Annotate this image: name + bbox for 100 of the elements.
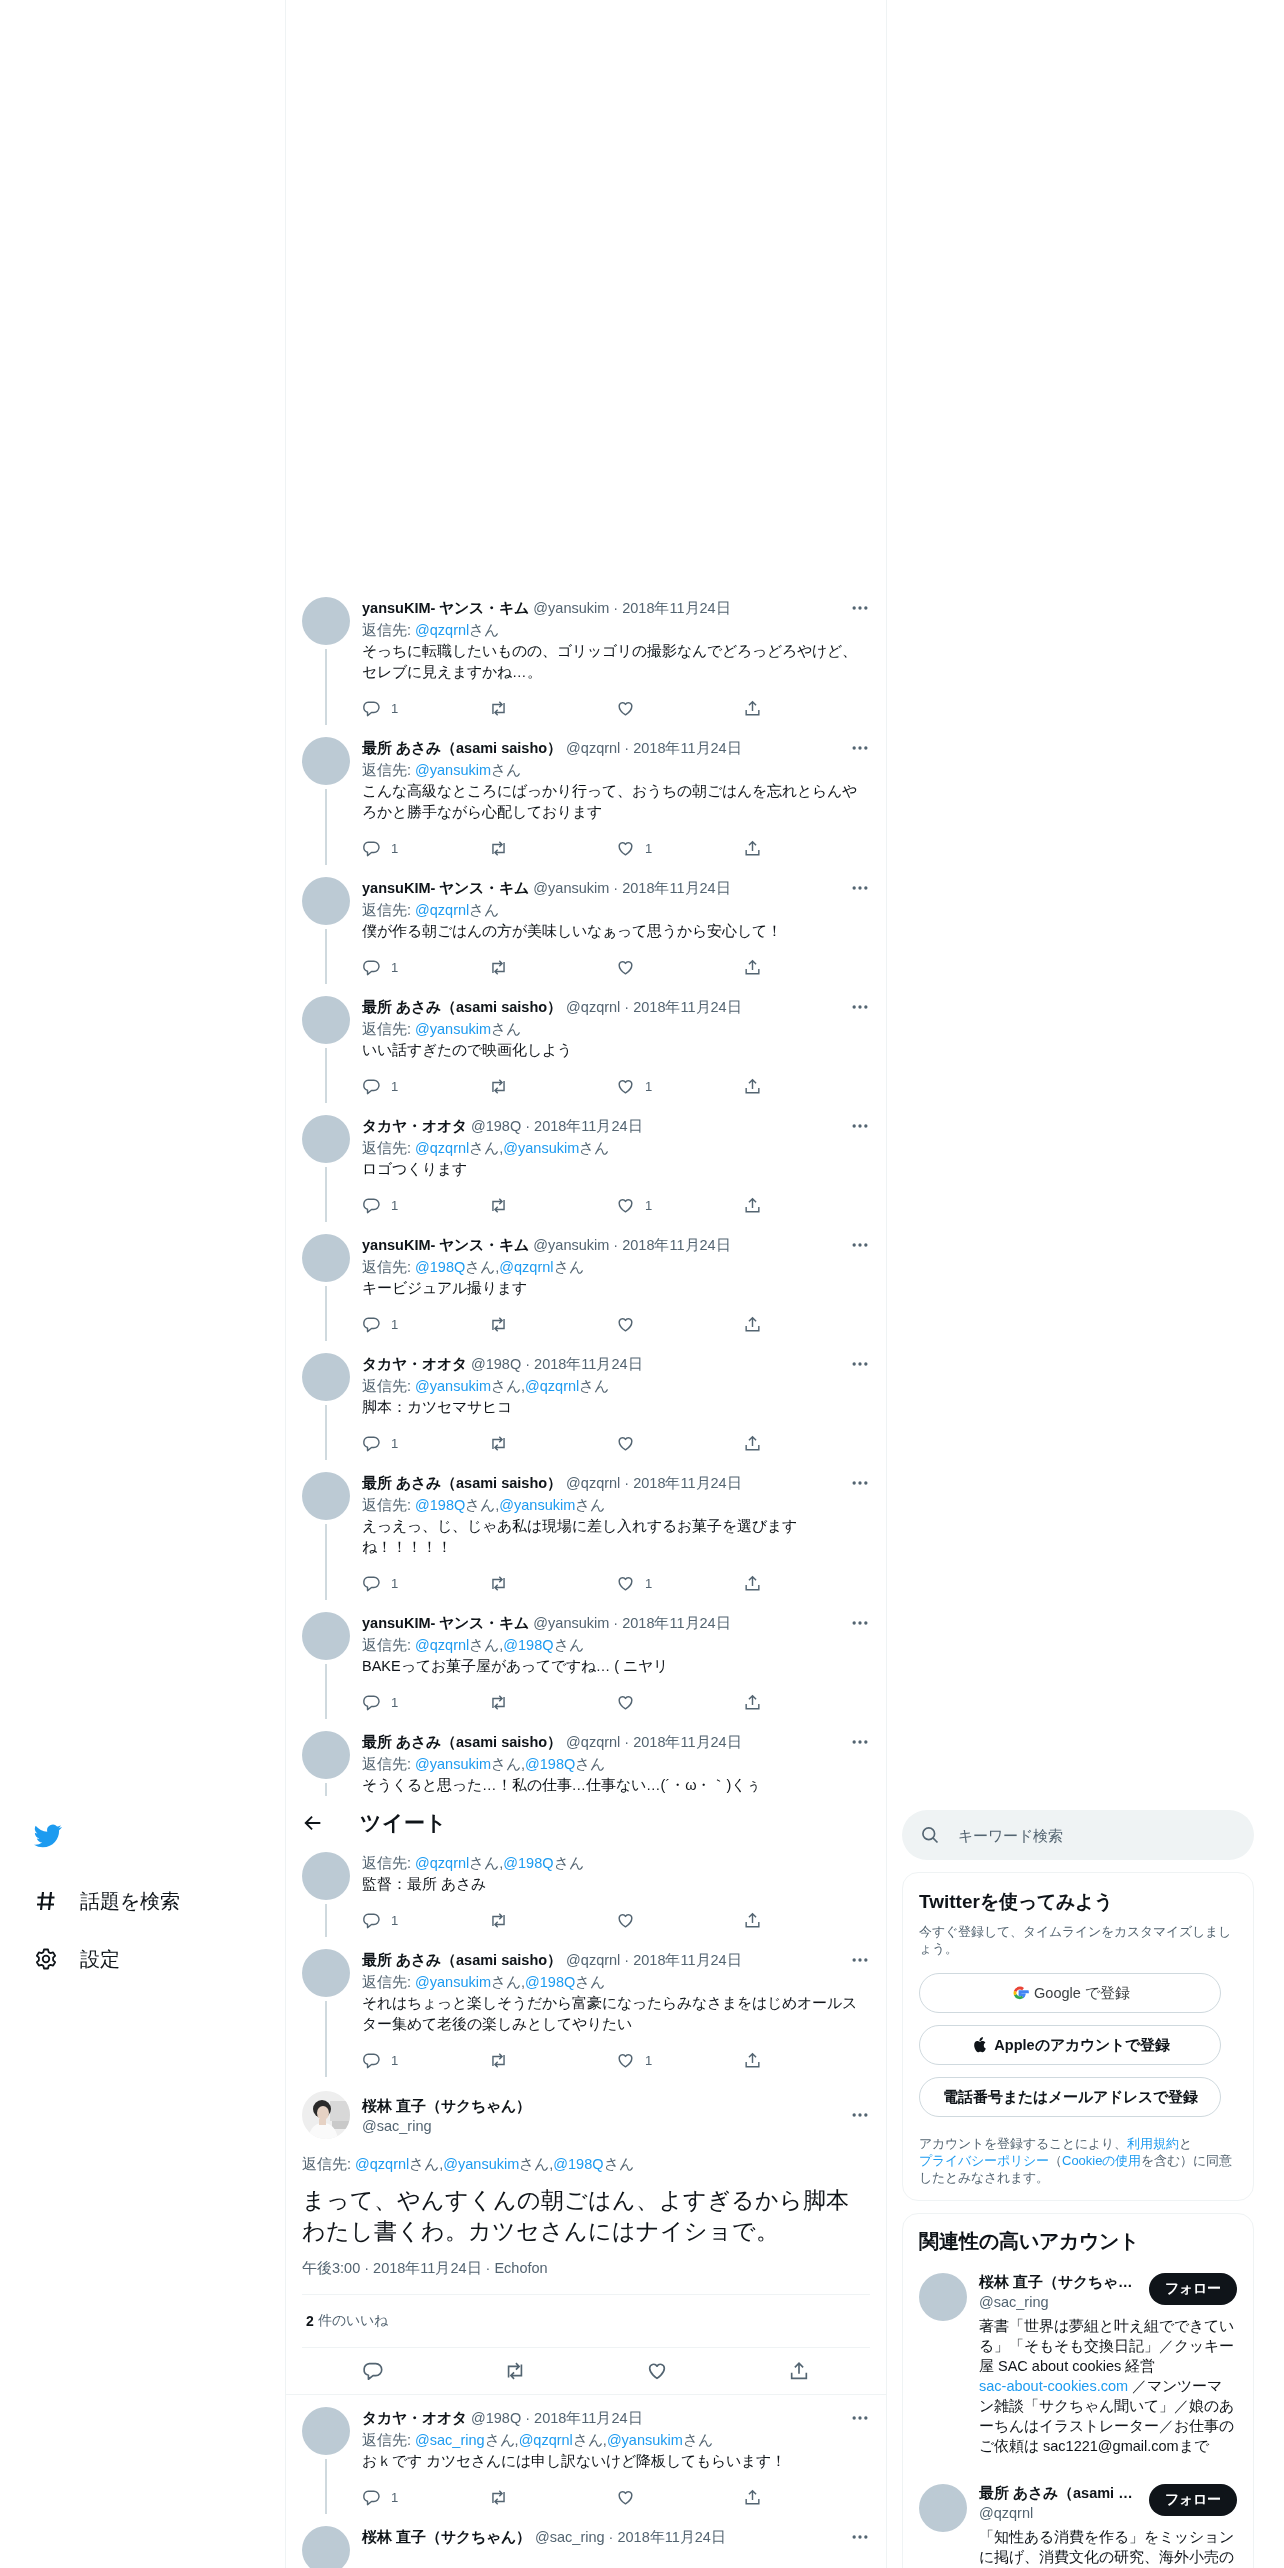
like-label[interactable]: 件のいいね	[317, 2312, 388, 2330]
mention-link[interactable]: @yansukim	[415, 1378, 492, 1394]
reply-to-line: 返信先: @qzqrnlさん	[362, 901, 501, 920]
mention-link[interactable]: @yansukim	[499, 1497, 576, 1513]
reply-to-line: 返信先: @sac_ring さん,@qzqrnl さん,@yansukim さん	[362, 2431, 714, 2450]
tweet-meta: @qzqrnl · 2018年11月24日	[566, 1732, 742, 1752]
share-icon[interactable]	[743, 1195, 762, 1215]
mention-link[interactable]: @qzqrnl	[525, 1378, 580, 1394]
share-icon[interactable]	[743, 1433, 762, 1453]
legal-link[interactable]: プライバシーポリシー	[919, 2153, 1049, 2168]
reply-icon[interactable]	[362, 2487, 381, 2507]
follow-button[interactable]: フォロー	[1149, 2484, 1237, 2516]
tweet-text: キービジュアル撮ります	[362, 1279, 528, 1298]
share-icon[interactable]	[743, 1692, 762, 1712]
hashtag-icon	[34, 1889, 58, 1913]
user-name[interactable]: yansuKIM- ヤンス・キム	[362, 1235, 530, 1255]
reply-count: 1	[391, 1316, 399, 1332]
nav-item[interactable]: 設定	[34, 1930, 120, 1988]
mention-link[interactable]: @yansukim	[415, 1021, 492, 1037]
mention-link[interactable]: @yansukim	[443, 2156, 520, 2172]
reply-icon[interactable]	[362, 1076, 381, 1096]
mention-link[interactable]: @sac_ring	[415, 2432, 485, 2448]
reply-icon[interactable]	[362, 838, 381, 858]
user-name[interactable]: yansuKIM- ヤンス・キム	[362, 878, 530, 898]
reply-icon[interactable]	[362, 2050, 381, 2070]
reply-icon[interactable]	[362, 957, 381, 977]
reply-icon[interactable]	[362, 1910, 381, 1930]
legal-text: アカウントを登録することにより、利用規約 と プライバシーポリシー（Cookieの使用を含む）に同意したとみなされます。	[919, 2135, 1234, 2186]
reply-count: 1	[391, 1435, 399, 1451]
mention-link[interactable]: @qzqrnl	[415, 902, 470, 918]
search-icon	[920, 1825, 940, 1845]
legal-link[interactable]: Cookieの使用	[1062, 2153, 1142, 2168]
user-name[interactable]: 桜林 直子（サクちゃん）	[362, 2096, 532, 2116]
mention-link[interactable]: @qzqrnl	[355, 2156, 410, 2172]
like-count[interactable]: 2	[306, 2313, 314, 2329]
share-icon[interactable]	[743, 1076, 762, 1096]
user-name[interactable]: タカヤ・オオタ	[362, 1116, 467, 1136]
signup-button[interactable]: Google で登録	[919, 1973, 1221, 2013]
share-icon[interactable]	[743, 1314, 762, 1334]
account-name[interactable]: 最所 あさみ（asami …	[979, 2484, 1133, 2503]
share-icon[interactable]	[743, 698, 762, 718]
reply-to-line: 返信先: @yansukim さん	[362, 1020, 523, 1039]
user-name[interactable]: 最所 あさみ（asami saisho）	[362, 1473, 563, 1493]
heart-icon[interactable]	[646, 2360, 668, 2382]
user-name[interactable]: yansuKIM- ヤンス・キム	[362, 598, 530, 618]
share-icon[interactable]	[743, 2487, 762, 2507]
user-name[interactable]: タカヤ・オオタ	[362, 1354, 467, 1374]
mention-link[interactable]: @qzqrnl	[415, 1140, 470, 1156]
share-icon[interactable]	[743, 2050, 762, 2070]
bio-link[interactable]: sac-about-cookies.com	[979, 2378, 1129, 2394]
reply-icon[interactable]	[362, 1433, 381, 1453]
like-count: 1	[645, 1575, 653, 1591]
mention-link[interactable]: @qzqrnl	[518, 2432, 573, 2448]
mention-link[interactable]: @yansukim	[503, 1140, 580, 1156]
mention-link[interactable]: @198Q	[415, 1259, 466, 1275]
reply-icon[interactable]	[362, 698, 381, 718]
mention-link[interactable]: @198Q	[525, 1756, 576, 1772]
signup-button[interactable]: 電話番号またはメールアドレスで登録	[919, 2077, 1221, 2117]
account-bio: 著書「世界は夢組と叶え組でできている」「そもそも交換日記」／クッキー屋 SAC about cookies 経営 sac-about-cookies.com ／マンツーマン雑談「サクちゃん聞いて」／娘のあーちんはイラストレーター／お仕事のご依頼は sac1221@gmail.comまで	[979, 2317, 1235, 2456]
mention-link[interactable]: @198Q	[525, 1974, 576, 1990]
bird-icon[interactable]	[34, 1822, 62, 1850]
reply-icon[interactable]	[362, 1195, 381, 1215]
mention-link[interactable]: @yansukim	[606, 2432, 683, 2448]
nav-item[interactable]: 話題を検索	[34, 1872, 180, 1930]
share-icon[interactable]	[743, 1910, 762, 1930]
reply-icon[interactable]	[362, 1692, 381, 1712]
user-name[interactable]: 最所 あさみ（asami saisho）	[362, 997, 563, 1017]
mention-link[interactable]: @198Q	[415, 1497, 466, 1513]
user-name[interactable]: 最所 あさみ（asami saisho）	[362, 1950, 563, 1970]
legal-link[interactable]: 利用規約	[1127, 2136, 1179, 2151]
share-icon[interactable]	[743, 838, 762, 858]
user-name[interactable]: 桜林 直子（サクちゃん）	[362, 2527, 532, 2547]
follow-button[interactable]: フォロー	[1149, 2273, 1237, 2305]
mention-link[interactable]: @yansukim	[415, 762, 492, 778]
mention-link[interactable]: @qzqrnl	[415, 622, 470, 638]
reply-icon[interactable]	[362, 1573, 381, 1593]
mention-link[interactable]: @198Q	[503, 1637, 554, 1653]
share-icon[interactable]	[788, 2360, 810, 2382]
mention-link[interactable]: @qzqrnl	[499, 1259, 554, 1275]
search-field[interactable]: キーワード検索	[902, 1810, 1254, 1860]
share-icon[interactable]	[743, 1573, 762, 1593]
reply-icon[interactable]	[362, 2360, 384, 2382]
reply-icon[interactable]	[362, 1314, 381, 1334]
share-icon[interactable]	[743, 957, 762, 977]
reply-count: 1	[391, 1575, 399, 1591]
user-name[interactable]: yansuKIM- ヤンス・キム	[362, 1613, 530, 1633]
mention-link[interactable]: @qzqrnl	[415, 1855, 470, 1871]
user-name[interactable]: 最所 あさみ（asami saisho）	[362, 1732, 563, 1752]
mention-link[interactable]: @yansukim	[415, 1756, 492, 1772]
mention-link[interactable]: @198Q	[503, 1855, 554, 1871]
tweet-text: えっえっ、じ、じゃあ私は現場に差し入れするお菓子を選びますね！！！！！	[362, 1517, 798, 1557]
card-subtitle: 今すぐ登録して、タイムラインをカスタマイズしましょう。	[919, 1923, 1232, 1957]
user-name[interactable]: タカヤ・オオタ	[362, 2408, 467, 2428]
user-name[interactable]: 最所 あさみ（asami saisho）	[362, 738, 563, 758]
account-name[interactable]: 桜林 直子（サクちゃ…	[979, 2273, 1133, 2292]
mention-link[interactable]: @qzqrnl	[415, 1637, 470, 1653]
mention-link[interactable]: @yansukim	[415, 1974, 492, 1990]
mention-link[interactable]: @198Q	[553, 2156, 604, 2172]
signup-button[interactable]: Appleのアカウントで登録	[919, 2025, 1221, 2065]
tweet-text: それはちょっと楽しそうだから富豪になったらみなさまをはじめオールスター集めて老後の楽しみとしてやりたい	[362, 1994, 858, 2034]
